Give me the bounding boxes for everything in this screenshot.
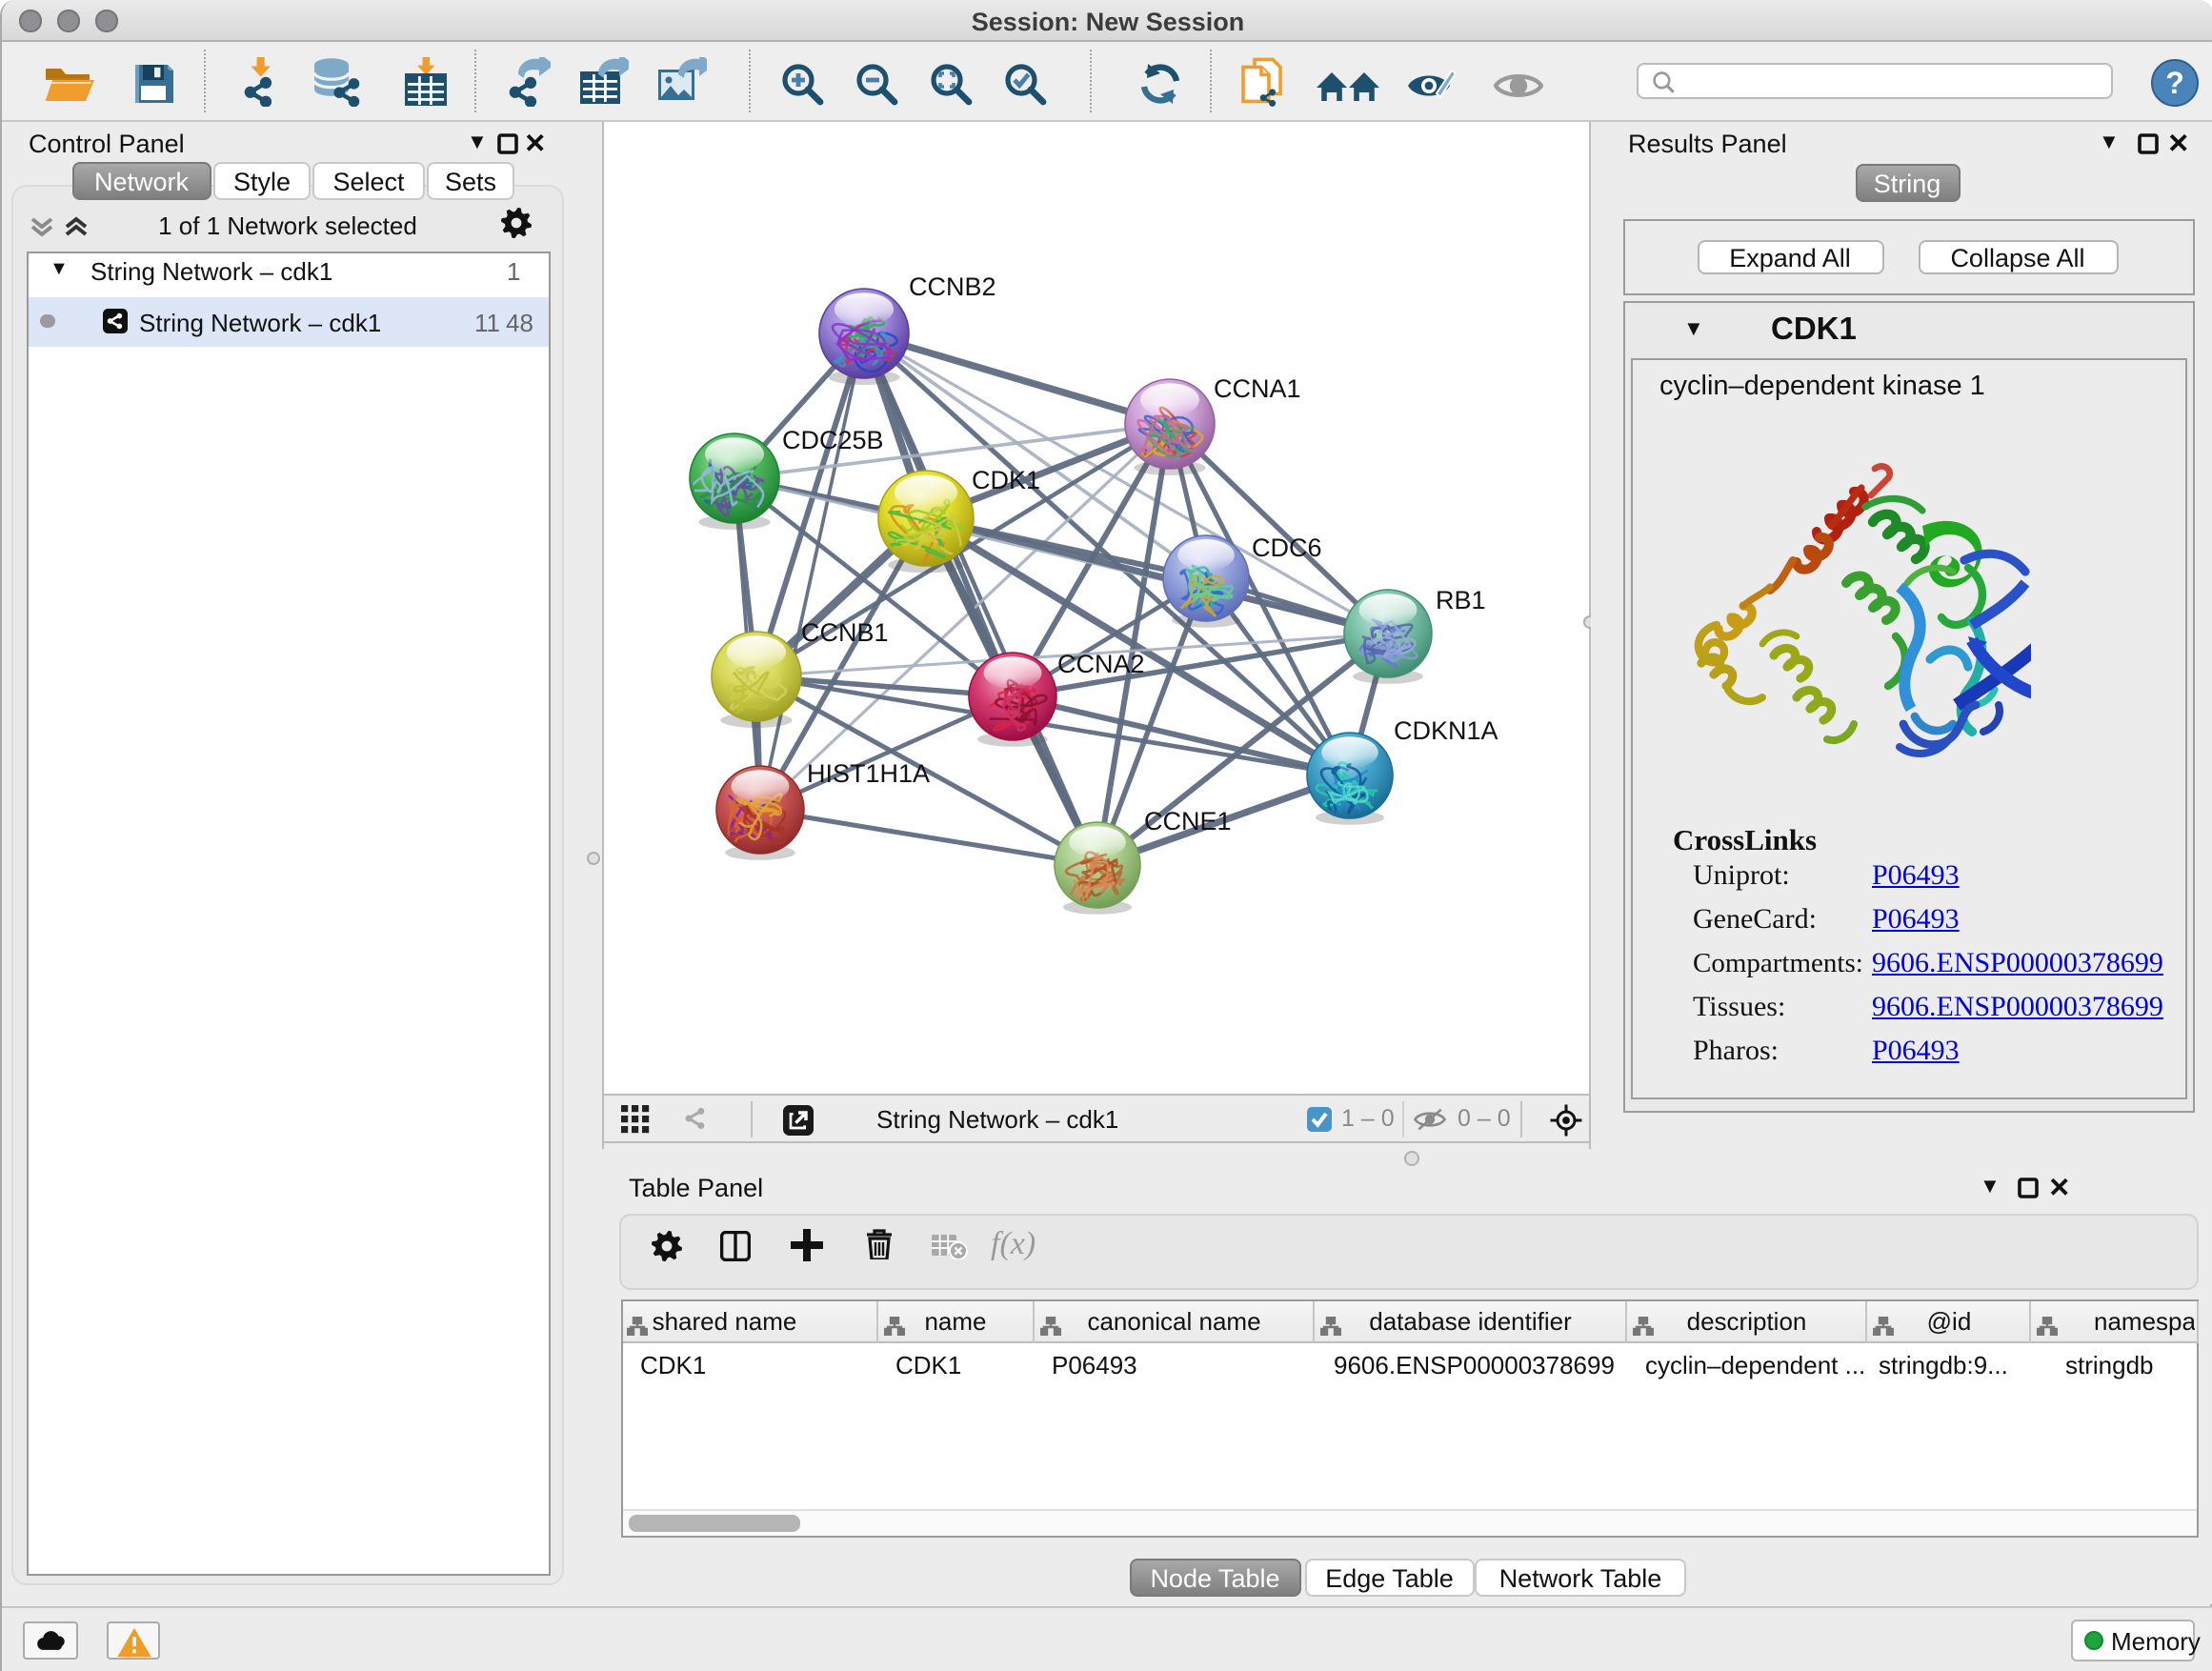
svg-text:CCNE1: CCNE1 <box>1144 806 1232 835</box>
svg-text:CCNA1: CCNA1 <box>1214 373 1301 402</box>
svg-text:CCNA2: CCNA2 <box>1057 649 1145 677</box>
svg-text:HIST1H1A: HIST1H1A <box>807 758 930 787</box>
svg-text:RB1: RB1 <box>1436 585 1486 614</box>
svg-text:CDC6: CDC6 <box>1252 533 1322 561</box>
svg-text:CCNB2: CCNB2 <box>909 272 996 300</box>
svg-text:CDC25B: CDC25B <box>782 425 884 453</box>
svg-text:CDK1: CDK1 <box>972 465 1040 493</box>
svg-text:CCNB1: CCNB1 <box>801 617 889 646</box>
svg-text:?: ? <box>2164 66 2183 100</box>
svg-text:CDKN1A: CDKN1A <box>1394 715 1498 744</box>
